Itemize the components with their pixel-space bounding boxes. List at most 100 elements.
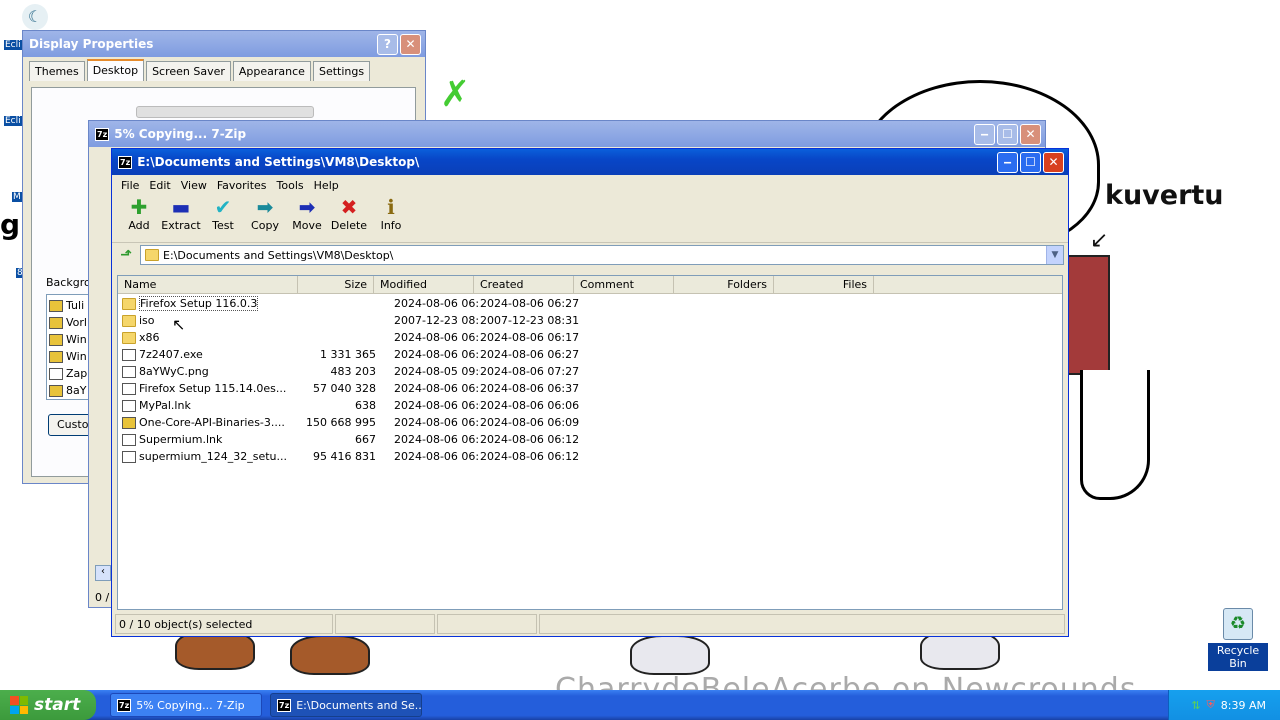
- close-button[interactable]: ✕: [1020, 123, 1041, 145]
- 7zip-icon: 7z: [117, 698, 132, 712]
- column-created[interactable]: Created: [474, 276, 574, 293]
- column-files[interactable]: Files: [774, 276, 874, 293]
- help-button[interactable]: ?: [377, 33, 398, 55]
- tab-settings[interactable]: Settings: [312, 61, 371, 81]
- file-modified: 2024-08-06 06:13: [394, 416, 480, 429]
- menu-view[interactable]: View: [176, 179, 212, 192]
- file-name: 7z2407.exe: [139, 348, 203, 361]
- file-row[interactable]: 8aYWyC.png 483 203 2024-08-05 09:032024-08…: [118, 363, 1062, 380]
- wallpaper-letter: g: [0, 208, 21, 241]
- file-modified: 2024-08-05 09:03: [394, 365, 480, 378]
- mouse-cursor-icon: ↖: [172, 315, 186, 334]
- file-manager-titlebar[interactable]: 7z E:\Documents and Settings\VM8\Desktop…: [112, 149, 1068, 175]
- menu-edit[interactable]: Edit: [144, 179, 175, 192]
- chevron-down-icon[interactable]: ▼: [1046, 246, 1063, 264]
- file-icon: [122, 416, 136, 429]
- recycle-bin[interactable]: ♻ Recycle Bin: [1208, 608, 1268, 671]
- folder-icon: [122, 314, 136, 327]
- menu-help[interactable]: Help: [309, 179, 344, 192]
- file-row[interactable]: Firefox Setup 116.0.3 2024-08-06 06:27202…: [118, 295, 1062, 312]
- toolbar-delete-button[interactable]: ✖ Delete: [328, 195, 370, 232]
- toolbar-test-button[interactable]: ✔ Test: [202, 195, 244, 232]
- tab-desktop[interactable]: Desktop: [86, 59, 145, 81]
- file-size: 1 331 365: [320, 348, 376, 361]
- network-icon[interactable]: ⇅: [1191, 699, 1200, 712]
- security-shield-icon[interactable]: ⛨: [1207, 698, 1215, 712]
- start-button[interactable]: start: [0, 690, 96, 720]
- close-button[interactable]: ✕: [1043, 151, 1064, 173]
- status-pane: [437, 614, 537, 634]
- file-name: MyPal.lnk: [139, 399, 191, 412]
- file-modified: 2024-08-06 06:17: [394, 331, 480, 344]
- tab-appearance[interactable]: Appearance: [232, 61, 311, 81]
- toolbar: ✚ Add ▬ Extract ✔ Test ➡ Copy ➡ Move ✖ Delete ℹ Info: [112, 195, 1068, 243]
- clock[interactable]: 8:39 AM: [1221, 699, 1266, 712]
- close-button[interactable]: ✕: [400, 33, 421, 55]
- taskbar: start 7z 5% Copying... 7-Zip 7z E:\Docum…: [0, 690, 1280, 720]
- move-icon: ➡: [298, 195, 316, 219]
- file-name-cell: MyPal.lnk: [118, 399, 288, 412]
- desktop-icon-label[interactable]: Ecli: [4, 116, 22, 126]
- file-row[interactable]: Supermium.lnk 667 2024-08-06 06:122024-08-…: [118, 431, 1062, 448]
- copying-titlebar[interactable]: 7z 5% Copying... 7-Zip ‒ ☐ ✕: [89, 121, 1045, 147]
- eclipse-icon[interactable]: ☾: [22, 4, 48, 30]
- column-folders[interactable]: Folders: [674, 276, 774, 293]
- taskbar-item-file-manager[interactable]: 7z E:\Documents and Se...: [270, 693, 422, 717]
- file-row[interactable]: 7z2407.exe 1 331 365 2024-08-06 06:272024-…: [118, 346, 1062, 363]
- file-row[interactable]: iso 2007-12-23 08:322007-12-23 08:31: [118, 312, 1062, 329]
- toolbar-copy-button[interactable]: ➡ Copy: [244, 195, 286, 232]
- taskbar-item-copying[interactable]: 7z 5% Copying... 7-Zip: [110, 693, 262, 717]
- file-size: 483 203: [330, 365, 377, 378]
- toolbar-label: Extract: [161, 219, 201, 232]
- file-row[interactable]: MyPal.lnk 638 2024-08-06 06:062024-08-06 0…: [118, 397, 1062, 414]
- status-pane: [539, 614, 1065, 634]
- file-size: 667: [355, 433, 376, 446]
- menu-favorites[interactable]: Favorites: [212, 179, 272, 192]
- file-list[interactable]: Name Size Modified Created Comment Folde…: [117, 275, 1063, 610]
- file-modified: 2024-08-06 06:37: [394, 382, 480, 395]
- maximize-button[interactable]: ☐: [997, 123, 1018, 145]
- toolbar-add-button[interactable]: ✚ Add: [118, 195, 160, 232]
- address-field[interactable]: E:\Documents and Settings\VM8\Desktop\ ▼: [140, 245, 1064, 265]
- file-row[interactable]: Firefox Setup 115.14.0es... 57 040 328 202…: [118, 380, 1062, 397]
- menu-file[interactable]: File: [116, 179, 144, 192]
- window-title: Display Properties: [29, 37, 154, 51]
- column-modified[interactable]: Modified: [374, 276, 474, 293]
- status-pane: [335, 614, 435, 634]
- folder-icon: [145, 249, 159, 261]
- display-properties-titlebar[interactable]: Display Properties ? ✕: [23, 31, 425, 57]
- desktop-icon-label[interactable]: Ecli: [4, 40, 22, 50]
- file-created: 2024-08-06 06:27: [480, 297, 580, 310]
- file-name-cell: supermium_124_32_setu...: [118, 450, 288, 463]
- maximize-button[interactable]: ☐: [1020, 151, 1041, 173]
- file-name: supermium_124_32_setu...: [139, 450, 288, 463]
- tab-screen-saver[interactable]: Screen Saver: [146, 61, 231, 81]
- file-row[interactable]: x86 2024-08-06 06:172024-08-06 06:17: [118, 329, 1062, 346]
- file-size: 95 416 831: [313, 450, 376, 463]
- menu-tools[interactable]: Tools: [272, 179, 309, 192]
- minimize-button[interactable]: ‒: [997, 151, 1018, 173]
- file-size: 57 040 328: [313, 382, 376, 395]
- toolbar-info-button[interactable]: ℹ Info: [370, 195, 412, 232]
- task-label: 5% Copying... 7-Zip: [136, 698, 245, 712]
- file-modified: 2024-08-06 06:27: [394, 348, 480, 361]
- add-icon: ✚: [130, 195, 148, 219]
- 7zip-icon: 7z: [277, 698, 292, 712]
- scroll-left-button[interactable]: ‹: [95, 565, 111, 581]
- column-size[interactable]: Size: [298, 276, 374, 293]
- file-row[interactable]: supermium_124_32_setu... 95 416 831 2024-0…: [118, 448, 1062, 465]
- file-name: One-Core-API-Binaries-3....: [139, 416, 285, 429]
- recycle-bin-icon[interactable]: ♻: [1223, 608, 1253, 640]
- wallpaper-signature: CharrydeBeleAcerbe on Newcrounds: [555, 672, 1137, 690]
- column-name[interactable]: Name: [118, 276, 298, 293]
- toolbar-move-button[interactable]: ➡ Move: [286, 195, 328, 232]
- file-name-cell: One-Core-API-Binaries-3....: [118, 416, 288, 429]
- up-folder-icon[interactable]: ⬏: [116, 247, 136, 263]
- extract-icon: ▬: [171, 195, 191, 219]
- tab-themes[interactable]: Themes: [29, 61, 85, 81]
- minimize-button[interactable]: ‒: [974, 123, 995, 145]
- column-comment[interactable]: Comment: [574, 276, 674, 293]
- file-name-cell: Supermium.lnk: [118, 433, 288, 446]
- file-row[interactable]: One-Core-API-Binaries-3.... 150 668 995 20…: [118, 414, 1062, 431]
- toolbar-extract-button[interactable]: ▬ Extract: [160, 195, 202, 232]
